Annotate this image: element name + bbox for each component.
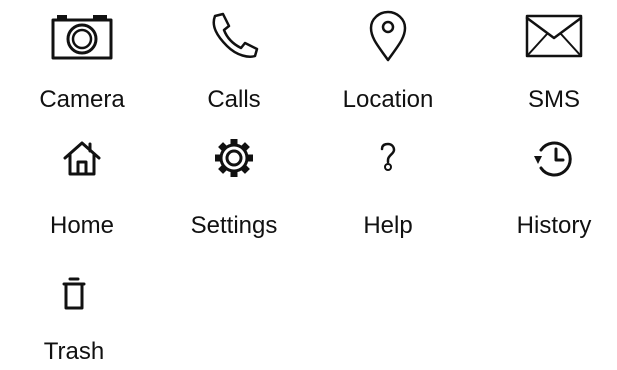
- app-tile-camera[interactable]: Camera: [12, 0, 152, 130]
- app-tile-location[interactable]: Location: [318, 0, 458, 130]
- app-label: SMS: [527, 86, 580, 113]
- app-label: Trash: [43, 338, 105, 365]
- app-tile-calls[interactable]: Calls: [164, 0, 304, 130]
- history-icon: [532, 140, 576, 178]
- app-label: Home: [49, 212, 115, 239]
- phone-icon: [209, 12, 259, 58]
- app-label: Location: [342, 86, 434, 113]
- map-pin-icon: [368, 10, 408, 62]
- envelope-icon: [525, 14, 583, 58]
- home-icon: [63, 140, 101, 176]
- app-label: Calls: [207, 86, 261, 113]
- app-tile-sms[interactable]: SMS: [484, 0, 617, 130]
- app-label: History: [516, 212, 592, 239]
- trash-icon: [62, 276, 86, 312]
- app-tile-help[interactable]: Help: [318, 130, 458, 250]
- app-tile-history[interactable]: History: [484, 130, 617, 250]
- gear-icon: [214, 138, 254, 178]
- app-label: Settings: [190, 212, 278, 239]
- app-tile-settings[interactable]: Settings: [164, 130, 304, 250]
- app-label: Camera: [39, 86, 125, 113]
- app-label: Help: [363, 212, 413, 239]
- question-icon: [379, 142, 397, 172]
- app-tile-home[interactable]: Home: [12, 130, 152, 250]
- camera-icon: [51, 14, 113, 60]
- app-tile-trash[interactable]: Trash: [4, 250, 144, 370]
